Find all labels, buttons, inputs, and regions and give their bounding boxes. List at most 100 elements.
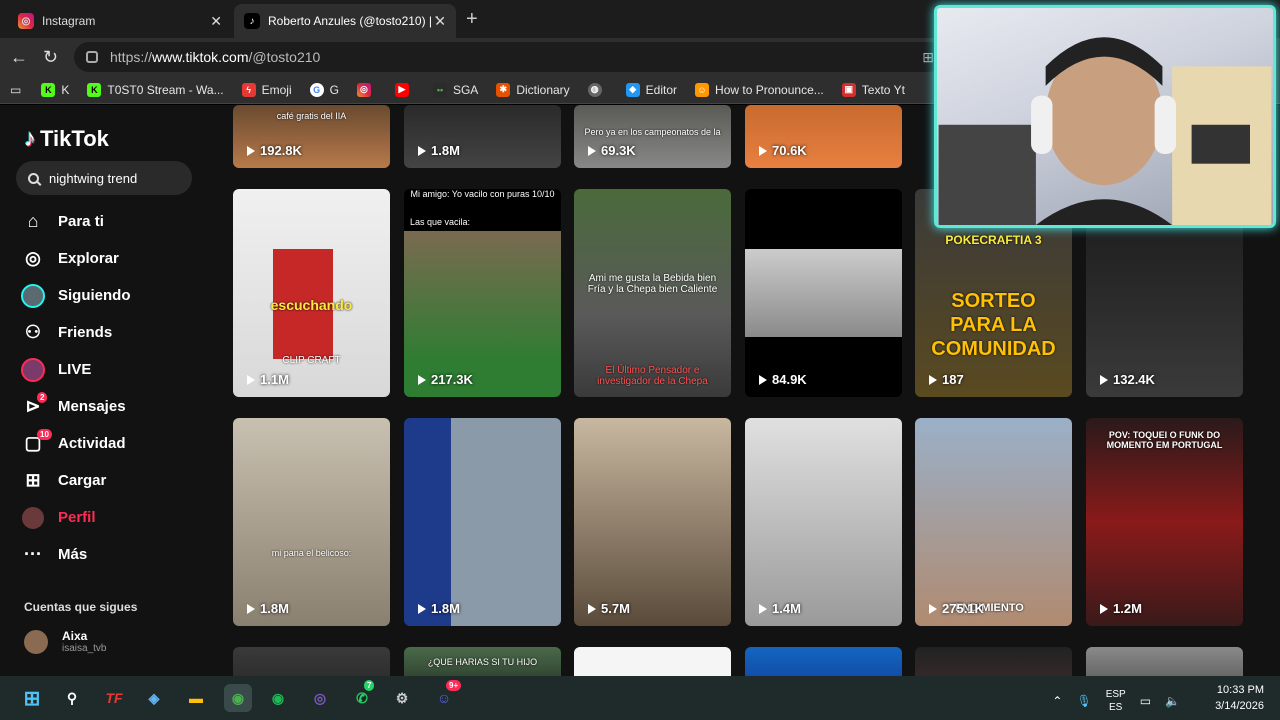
video-card[interactable]: 1.4M bbox=[745, 418, 902, 626]
video-card[interactable]: ¿QUE HARIAS SI TU HIJO bbox=[404, 647, 561, 676]
video-caption: POKECRAFTIA 3 bbox=[945, 233, 1042, 247]
tiktok-icon: ♪ bbox=[244, 13, 260, 29]
video-card[interactable]: escuchando CLIP CRAFT 1.1M bbox=[233, 189, 390, 397]
url-path: /@tosto210 bbox=[248, 49, 321, 65]
bookmark-k[interactable]: KK bbox=[41, 82, 69, 97]
bookmark-dictionary[interactable]: ✱ Dictionary bbox=[496, 82, 570, 97]
video-card[interactable]: POV: TOQUEI O FUNK DO MOMENTO EM PORTUGA… bbox=[1086, 418, 1243, 626]
video-card[interactable]: mi pana el belicoso: 1.8M bbox=[233, 418, 390, 626]
video-card[interactable]: Ami me gusta la Bebida bien Fría y la Ch… bbox=[574, 189, 731, 397]
edge-browser-icon[interactable]: ◉ bbox=[224, 684, 252, 712]
new-tab-button[interactable]: + bbox=[466, 8, 478, 31]
sga-icon: •• bbox=[432, 82, 447, 97]
view-count: 1.1M bbox=[247, 372, 289, 387]
view-count: 84.9K bbox=[759, 372, 807, 387]
nav-actividad[interactable]: ▢ 10 Actividad bbox=[20, 425, 200, 462]
more-icon: ··· bbox=[24, 544, 42, 564]
video-card[interactable]: 5.7M bbox=[574, 418, 731, 626]
bookmark-menu-icon[interactable]: ▭ bbox=[10, 83, 21, 97]
app-available-icon[interactable]: ⊞ bbox=[922, 49, 934, 66]
nav-friends[interactable]: ⚇ Friends bbox=[20, 314, 200, 351]
tiktok-note-icon: ♪ bbox=[24, 125, 36, 152]
nav-explorar[interactable]: ◎ Explorar bbox=[20, 240, 200, 277]
spotify-icon[interactable]: ◉ bbox=[264, 684, 292, 712]
video-card[interactable] bbox=[915, 647, 1072, 676]
video-card[interactable] bbox=[574, 647, 731, 676]
upload-icon: ⊞ bbox=[25, 470, 41, 490]
nav-mas[interactable]: ··· Más bbox=[20, 536, 200, 573]
bookmark-tosto-stream[interactable]: K T0ST0 Stream - Wa... bbox=[87, 82, 224, 97]
microphone-icon[interactable]: 🎙 bbox=[1076, 694, 1091, 708]
video-card[interactable] bbox=[233, 647, 390, 676]
video-card[interactable] bbox=[1086, 647, 1243, 676]
tab-tiktok[interactable]: ♪ Roberto Anzules (@tosto210) | Tik ✕ bbox=[234, 4, 456, 38]
bookmark-globe[interactable]: ◍ bbox=[587, 82, 608, 97]
bookmark-texto-yt[interactable]: ▣ Texto Yt bbox=[841, 82, 905, 97]
video-caption-secondary: El Último Pensador e investigador de la … bbox=[597, 365, 708, 387]
video-card[interactable]: Pero ya en los campeonatos de la 69.3K bbox=[574, 105, 731, 168]
nav-cargar[interactable]: ⊞ Cargar bbox=[20, 462, 200, 499]
windows-start-icon[interactable]: ⊞ bbox=[18, 684, 46, 712]
search-icon[interactable]: ⚲ bbox=[58, 684, 86, 712]
network-icon[interactable]: ▭ bbox=[1140, 694, 1151, 708]
discord-icon[interactable]: ☺ 9+ bbox=[430, 680, 462, 712]
clock[interactable]: 10:33 PM 3/14/2026 bbox=[1215, 682, 1264, 714]
instagram-icon: ◎ bbox=[356, 82, 371, 97]
address-bar[interactable]: https://www.tiktok.com/@tosto210 ⊞ bbox=[74, 42, 944, 72]
volume-icon[interactable]: 🔈 bbox=[1165, 694, 1180, 708]
chevron-up-icon[interactable]: ⌃ bbox=[1052, 694, 1062, 708]
url-prefix: https:// bbox=[110, 49, 153, 65]
account-handle: isaisa_tvb bbox=[62, 643, 107, 654]
site-info-icon[interactable] bbox=[86, 51, 98, 63]
video-card[interactable]: ENDIMIENTO 275.1K bbox=[915, 418, 1072, 626]
view-count: 1.2M bbox=[1100, 601, 1142, 616]
language-indicator[interactable]: ESP ES bbox=[1106, 688, 1126, 714]
close-tab-icon[interactable]: ✕ bbox=[434, 13, 446, 30]
view-count: 192.8K bbox=[247, 143, 302, 158]
webcam-overlay bbox=[934, 5, 1276, 228]
view-count: 217.3K bbox=[418, 372, 473, 387]
bookmark-editor[interactable]: ◆ Editor bbox=[625, 82, 677, 97]
back-button[interactable]: ← bbox=[10, 47, 28, 68]
tab-instagram[interactable]: ◎ Instagram ✕ bbox=[8, 4, 232, 38]
file-explorer-icon[interactable]: ▬ bbox=[182, 684, 210, 712]
friends-icon: ⚇ bbox=[24, 322, 42, 342]
video-card[interactable]: 1.8M bbox=[404, 105, 561, 168]
video-caption: Mi amigo: Yo vacilo con puras 10/10 bbox=[410, 189, 555, 199]
video-card[interactable]: 70.6K bbox=[745, 105, 902, 168]
view-count: 70.6K bbox=[759, 143, 807, 158]
tab-title: Instagram bbox=[42, 14, 96, 28]
tiktok-logo[interactable]: ♪ TikTok bbox=[24, 125, 109, 153]
nav-mensajes[interactable]: ⊳ 2 Mensajes bbox=[20, 388, 200, 425]
lightning-icon: ϟ bbox=[241, 82, 256, 97]
settings-app-icon[interactable]: ⚙ bbox=[388, 684, 416, 712]
bookmark-youtube[interactable]: ▶ bbox=[394, 82, 415, 97]
following-account[interactable]: Aixa isaisa_tvb bbox=[24, 629, 106, 654]
youtube-icon: ▶ bbox=[394, 82, 409, 97]
nav-live[interactable]: LIVE bbox=[20, 351, 200, 388]
video-card[interactable]: Mi amigo: Yo vacilo con puras 10/10 Las … bbox=[404, 189, 561, 397]
video-card[interactable]: 84.9K bbox=[745, 189, 902, 397]
tf-app-icon[interactable]: TF bbox=[100, 684, 128, 712]
reload-button[interactable]: ↻ bbox=[43, 47, 58, 68]
account-name: Aixa bbox=[62, 629, 88, 643]
whatsapp-badge: 7 bbox=[364, 680, 375, 691]
bookmark-instagram[interactable]: ◎ bbox=[356, 82, 377, 97]
whatsapp-icon[interactable]: ✆ 7 bbox=[348, 680, 376, 712]
vscode-like-icon[interactable]: ◈ bbox=[140, 684, 168, 712]
close-tab-icon[interactable]: ✕ bbox=[210, 13, 222, 30]
bookmark-sga[interactable]: •• SGA bbox=[432, 82, 478, 97]
nav-para-ti[interactable]: ⌂ Para ti bbox=[20, 203, 200, 240]
video-card[interactable] bbox=[745, 647, 902, 676]
bookmark-google[interactable]: GG bbox=[309, 82, 339, 97]
bookmark-pronounce[interactable]: ☺ How to Pronounce... bbox=[695, 82, 824, 97]
windows-taskbar: ⊞ ⚲ TF ◈ ▬ ◉ ◉ ◎ ✆ 7 ⚙ ☺ 9+ ⌃ 🎙 ESP ES ▭ 🔈 … bbox=[0, 676, 1280, 720]
search-input[interactable]: nightwing trend bbox=[16, 161, 192, 195]
bookmark-emoji[interactable]: ϟ Emoji bbox=[241, 82, 292, 97]
nav-siguiendo[interactable]: Siguiendo bbox=[20, 277, 200, 314]
obs-icon[interactable]: ◎ bbox=[306, 684, 334, 712]
profile-avatar-icon bbox=[20, 505, 46, 531]
video-card[interactable]: 1.8M bbox=[404, 418, 561, 626]
video-card[interactable]: café gratis del IIA 192.8K bbox=[233, 105, 390, 168]
nav-perfil[interactable]: Perfil bbox=[20, 499, 200, 536]
